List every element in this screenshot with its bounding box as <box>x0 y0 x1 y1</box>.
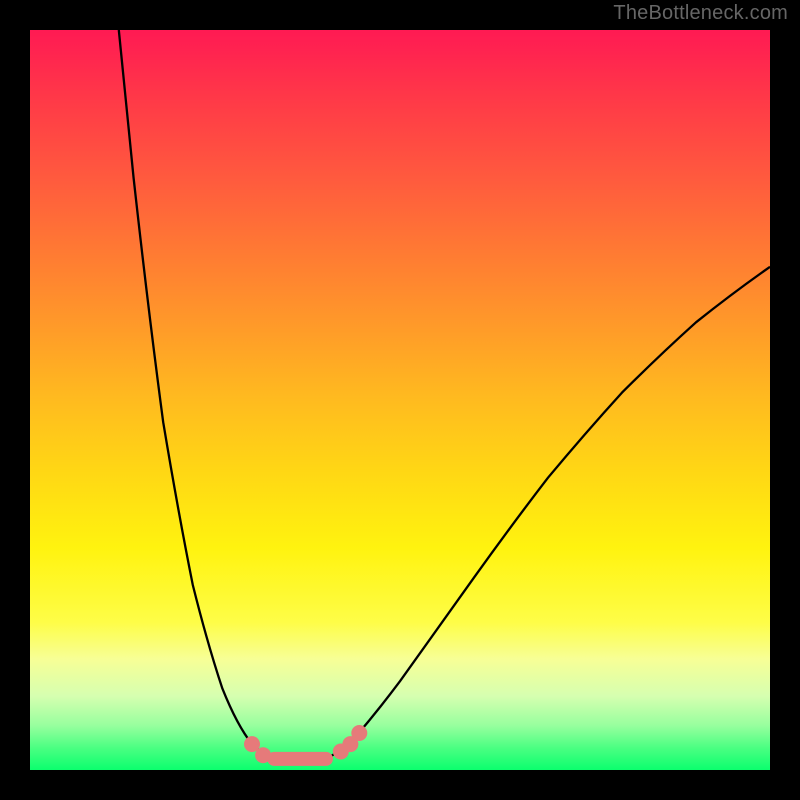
marker-left-dot-2 <box>255 747 271 763</box>
marker-right-dot-3 <box>351 725 367 741</box>
plot-area <box>30 30 770 770</box>
curve-overlay <box>30 30 770 770</box>
chart-frame: TheBottleneck.com <box>0 0 800 800</box>
right-curve <box>326 267 770 759</box>
watermark-text: TheBottleneck.com <box>613 2 788 25</box>
left-curve <box>119 30 274 759</box>
